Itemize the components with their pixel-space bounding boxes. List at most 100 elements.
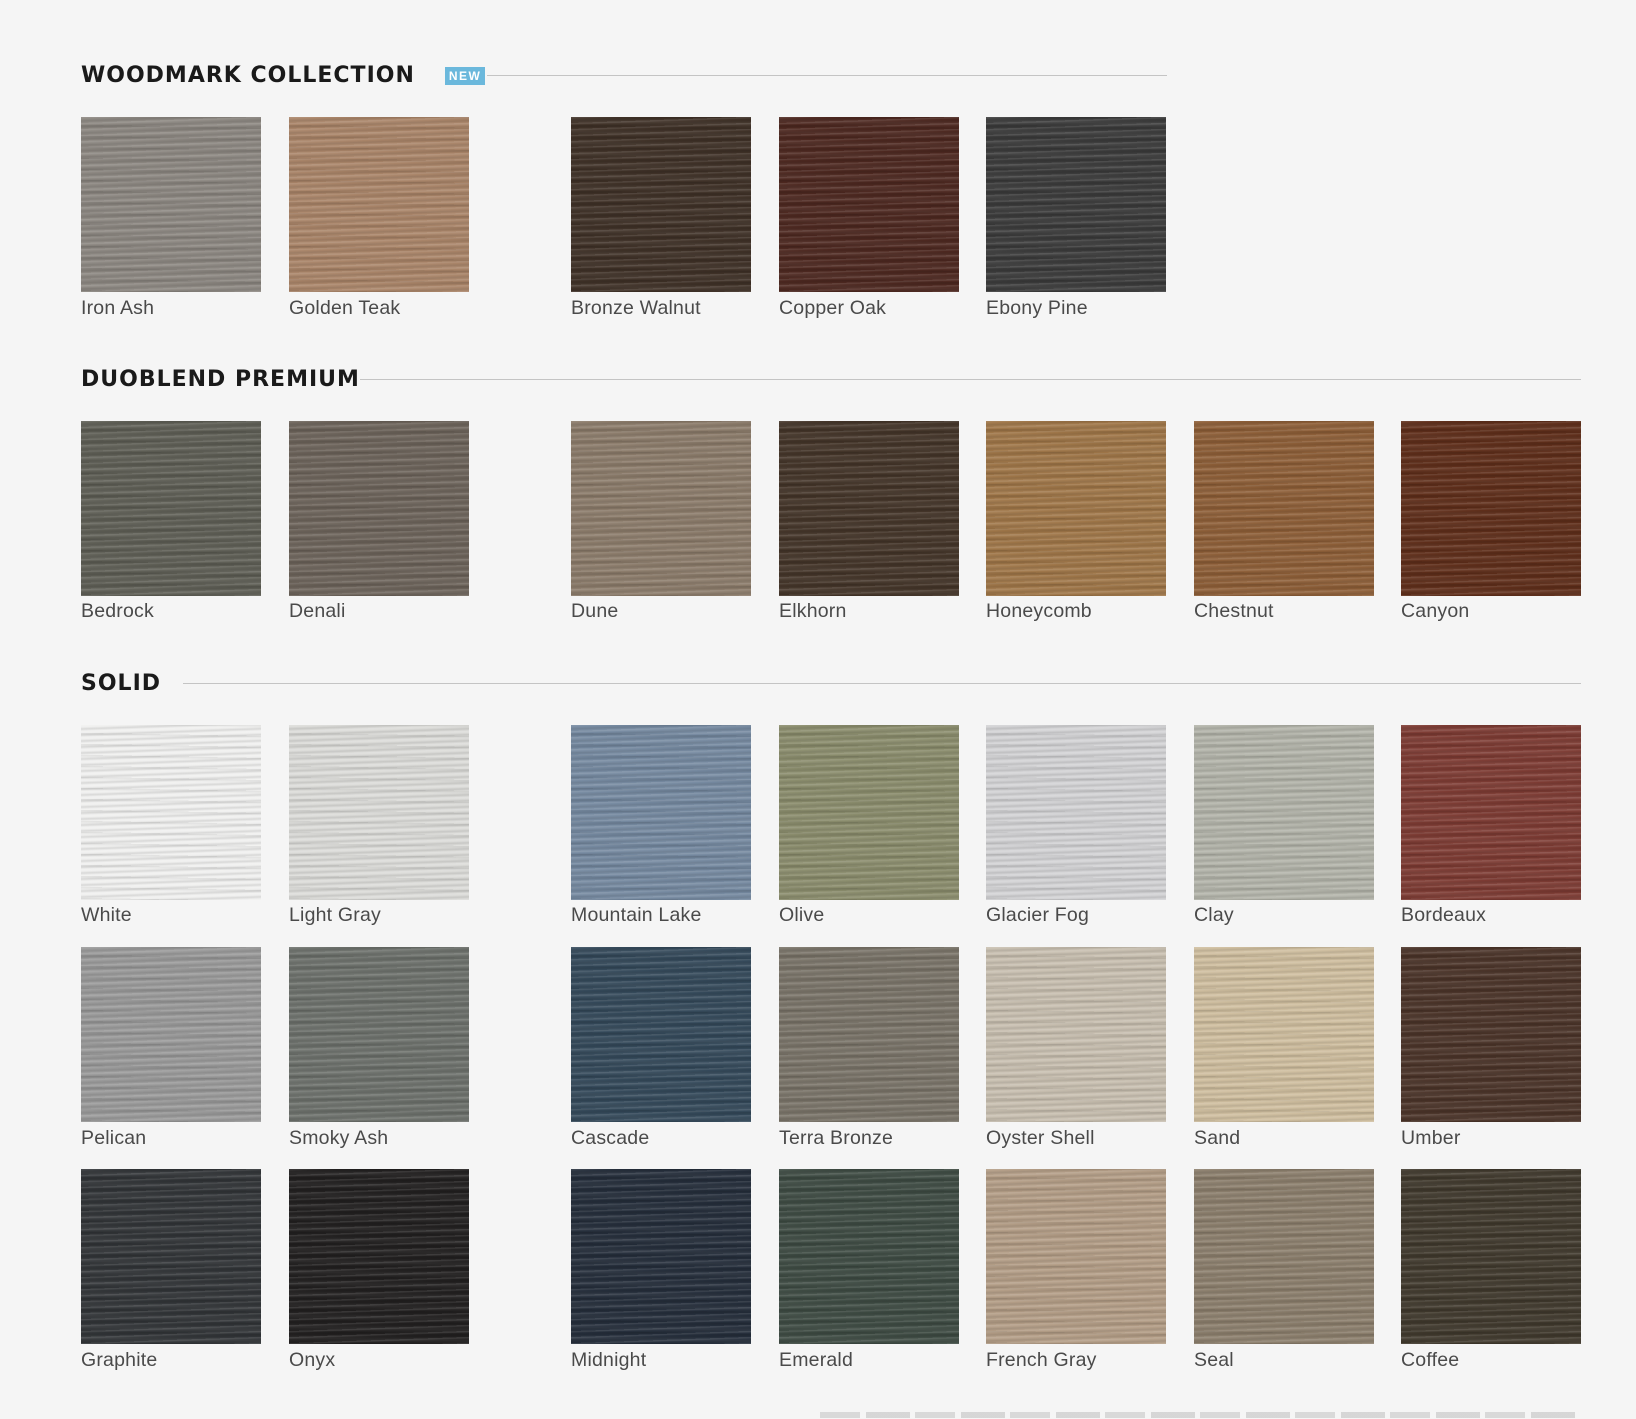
swatch-label-mountain-lake: Mountain Lake: [571, 904, 702, 926]
section-title-solid: SOLID: [81, 671, 162, 696]
swatch-emerald[interactable]: [779, 1169, 959, 1344]
swatch-fill: [986, 117, 1166, 292]
swatch-fill: [986, 725, 1166, 900]
swatch-smoky-ash[interactable]: [289, 947, 469, 1122]
swatch-fill: [779, 725, 959, 900]
swatch-fill: [289, 117, 469, 292]
swatch-honeycomb[interactable]: [986, 421, 1166, 596]
swatch-fill: [571, 421, 751, 596]
swatch-iron-ash[interactable]: [81, 117, 261, 292]
swatch-bordeaux[interactable]: [1401, 725, 1581, 900]
swatch-copper-oak[interactable]: [779, 117, 959, 292]
swatch-dune[interactable]: [571, 421, 751, 596]
swatch-label-light-gray: Light Gray: [289, 904, 381, 926]
swatch-label-glacier-fog: Glacier Fog: [986, 904, 1089, 926]
swatch-fill: [571, 725, 751, 900]
swatch-label-terra-bronze: Terra Bronze: [779, 1127, 894, 1149]
swatch-mountain-lake[interactable]: [571, 725, 751, 900]
swatch-cascade[interactable]: [571, 947, 751, 1122]
swatch-french-gray[interactable]: [986, 1169, 1166, 1344]
swatch-fill: [289, 1169, 469, 1344]
swatch-label-bordeaux: Bordeaux: [1401, 904, 1487, 926]
swatch-label-bronze-walnut: Bronze Walnut: [571, 297, 701, 319]
swatch-fill: [289, 947, 469, 1122]
swatch-label-seal: Seal: [1194, 1349, 1234, 1371]
swatch-label-onyx: Onyx: [289, 1349, 336, 1371]
swatch-fill: [571, 947, 751, 1122]
swatch-label-chestnut: Chestnut: [1194, 600, 1274, 622]
swatch-fill: [779, 1169, 959, 1344]
swatch-label-umber: Umber: [1401, 1127, 1461, 1149]
swatch-elkhorn[interactable]: [779, 421, 959, 596]
section-title-duoblend: DUOBLEND PREMIUM: [81, 367, 360, 392]
swatch-bronze-walnut[interactable]: [571, 117, 751, 292]
swatch-label-iron-ash: Iron Ash: [81, 297, 155, 319]
swatch-label-sand: Sand: [1194, 1127, 1241, 1149]
swatch-fill: [986, 947, 1166, 1122]
section-divider-solid: [183, 683, 1581, 684]
woodmark-collection-header: WOODMARK COLLECTION NEW: [81, 63, 486, 88]
swatch-bedrock[interactable]: [81, 421, 261, 596]
swatch-label-coffee: Coffee: [1401, 1349, 1460, 1371]
swatch-fill: [986, 1169, 1166, 1344]
swatch-fill: [81, 1169, 261, 1344]
swatch-label-graphite: Graphite: [81, 1349, 158, 1371]
solid-header: SOLID: [81, 671, 161, 696]
swatch-onyx[interactable]: [289, 1169, 469, 1344]
swatch-label-golden-teak: Golden Teak: [289, 297, 401, 319]
swatch-label-emerald: Emerald: [779, 1349, 854, 1371]
swatch-ebony-pine[interactable]: [986, 117, 1166, 292]
section-divider-duoblend: [360, 379, 1581, 380]
swatch-umber[interactable]: [1401, 947, 1581, 1122]
swatch-clay[interactable]: [1194, 725, 1374, 900]
swatch-pelican[interactable]: [81, 947, 261, 1122]
swatch-oyster-shell[interactable]: [986, 947, 1166, 1122]
swatch-label-smoky-ash: Smoky Ash: [289, 1127, 389, 1149]
swatch-graphite[interactable]: [81, 1169, 261, 1344]
swatch-seal[interactable]: [1194, 1169, 1374, 1344]
swatch-label-honeycomb: Honeycomb: [986, 600, 1092, 622]
swatch-fill: [1194, 725, 1374, 900]
swatch-fill: [289, 725, 469, 900]
swatch-fill: [571, 1169, 751, 1344]
swatch-sand[interactable]: [1194, 947, 1374, 1122]
swatch-midnight[interactable]: [571, 1169, 751, 1344]
swatch-fill: [81, 947, 261, 1122]
swatch-label-clay: Clay: [1194, 904, 1234, 926]
swatch-fill: [81, 725, 261, 900]
swatch-fill: [1194, 421, 1374, 596]
swatch-chestnut[interactable]: [1194, 421, 1374, 596]
swatch-label-bedrock: Bedrock: [81, 600, 154, 622]
swatch-fill: [81, 117, 261, 292]
swatch-label-denali: Denali: [289, 600, 346, 622]
swatch-label-pelican: Pelican: [81, 1127, 147, 1149]
swatch-label-dune: Dune: [571, 600, 619, 622]
swatch-fill: [571, 117, 751, 292]
swatch-terra-bronze[interactable]: [779, 947, 959, 1122]
swatch-white[interactable]: [81, 725, 261, 900]
swatch-fill: [1194, 1169, 1374, 1344]
swatch-label-olive: Olive: [779, 904, 825, 926]
swatch-fill: [1194, 947, 1374, 1122]
swatch-fill: [1401, 947, 1581, 1122]
swatch-fill: [779, 421, 959, 596]
swatch-label-canyon: Canyon: [1401, 600, 1470, 622]
swatch-fill: [779, 947, 959, 1122]
swatch-canyon[interactable]: [1401, 421, 1581, 596]
swatch-coffee[interactable]: [1401, 1169, 1581, 1344]
swatch-label-french-gray: French Gray: [986, 1349, 1097, 1371]
new-badge: NEW: [444, 66, 486, 85]
swatch-golden-teak[interactable]: [289, 117, 469, 292]
duoblend-premium-header: DUOBLEND PREMIUM: [81, 367, 360, 392]
section-divider-woodmark: [487, 75, 1167, 76]
swatch-light-gray[interactable]: [289, 725, 469, 900]
swatch-denali[interactable]: [289, 421, 469, 596]
section-title-woodmark: WOODMARK COLLECTION: [81, 63, 415, 88]
swatch-olive[interactable]: [779, 725, 959, 900]
swatch-fill: [1401, 725, 1581, 900]
footnote-cutoff: [820, 1412, 1580, 1418]
swatch-glacier-fog[interactable]: [986, 725, 1166, 900]
swatch-fill: [986, 421, 1166, 596]
swatch-label-elkhorn: Elkhorn: [779, 600, 847, 622]
swatch-fill: [81, 421, 261, 596]
